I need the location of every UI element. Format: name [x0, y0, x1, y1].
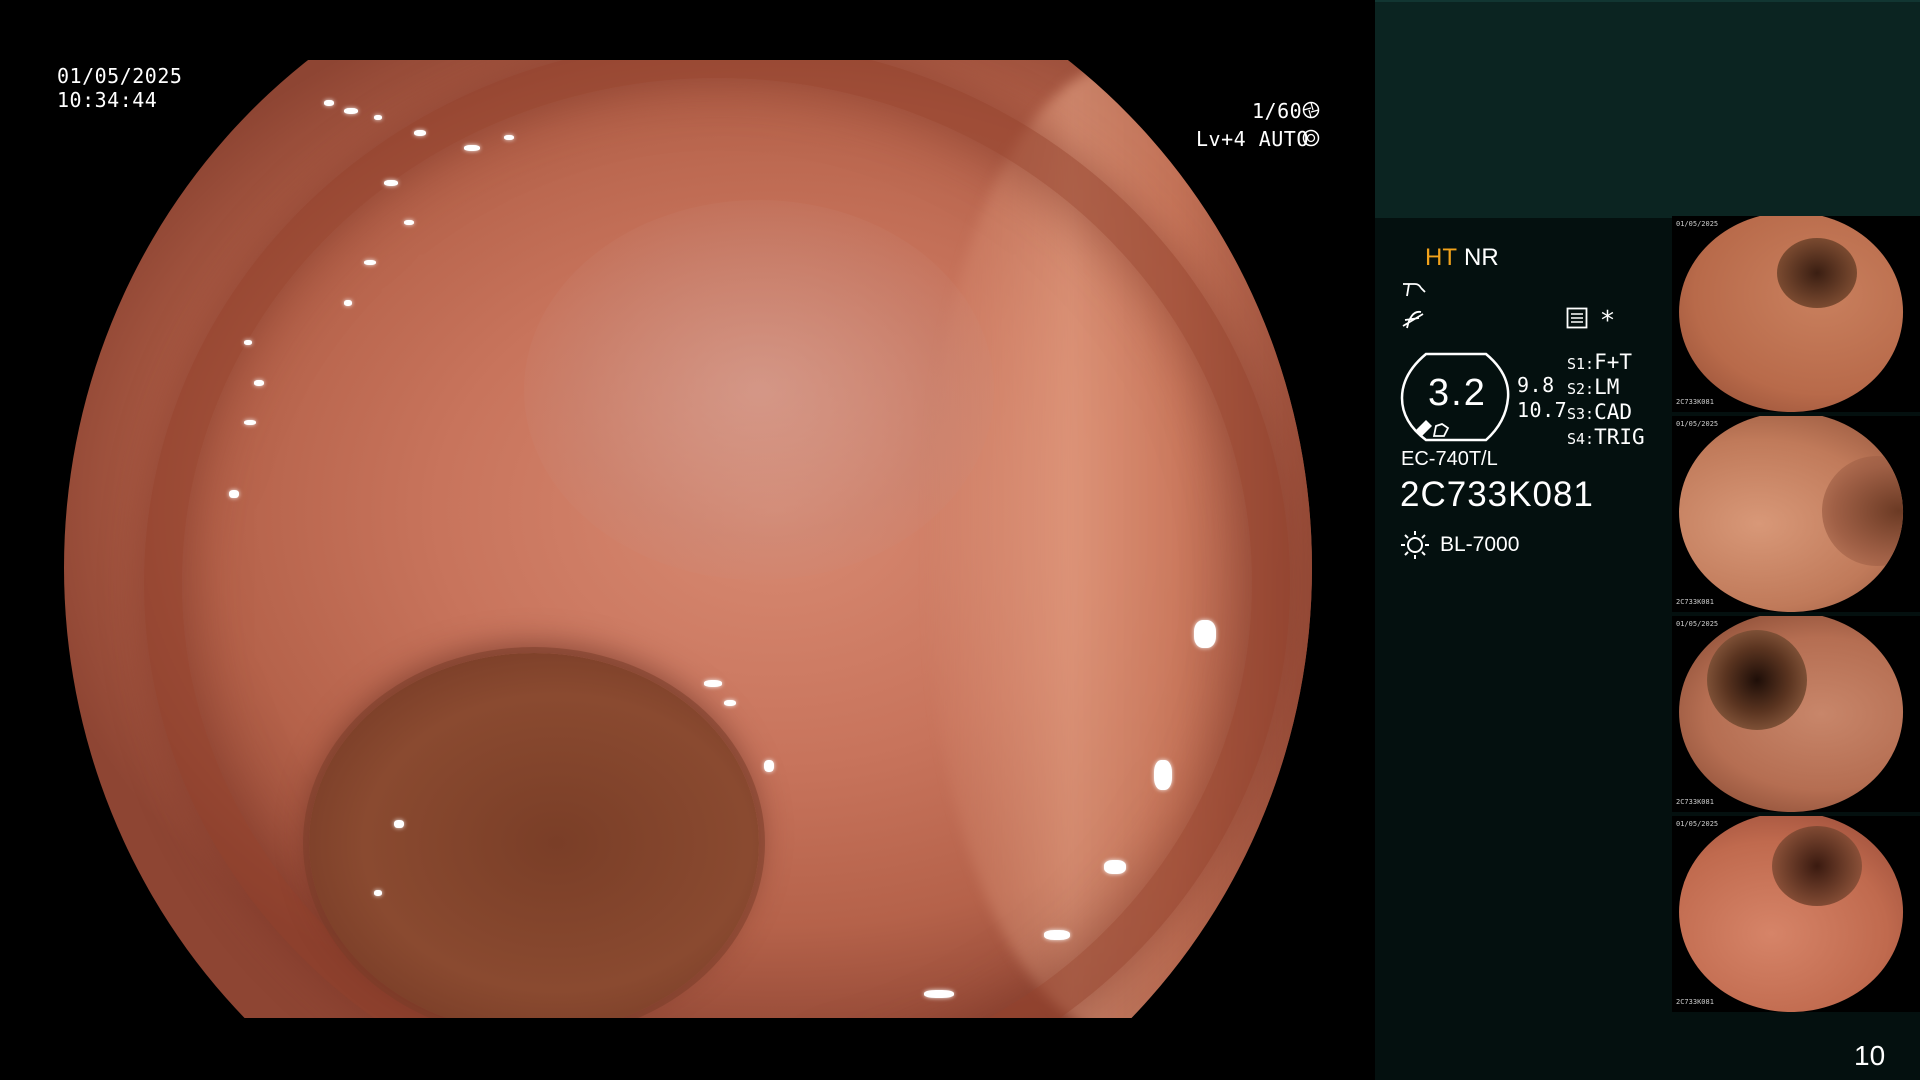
- shutter-icon: [1302, 101, 1320, 119]
- specular-highlight: [764, 760, 774, 772]
- specular-highlight: [1104, 860, 1126, 874]
- specular-highlight: [254, 380, 264, 386]
- specular-highlight: [374, 115, 382, 120]
- osd-date: 01/05/2025: [57, 64, 183, 88]
- switch-s2: S2:LM: [1567, 375, 1620, 399]
- osd-level: Lv+4 AUTO: [1196, 127, 1309, 151]
- thumbnail-image: [1679, 416, 1904, 612]
- specular-highlight: [394, 820, 404, 828]
- switch-list: S1:F+T S2:LM S3:CAD S4:TRIG: [1567, 350, 1645, 450]
- specular-highlight: [374, 890, 382, 896]
- specular-highlight: [1044, 930, 1070, 940]
- capture-thumbnail-4[interactable]: 01/05/2025 2C733K081: [1672, 816, 1920, 1012]
- switch-s3: S3:CAD: [1567, 400, 1633, 424]
- specular-highlight: [364, 260, 376, 265]
- capture-thumbnail-1[interactable]: 01/05/2025 2C733K081: [1672, 216, 1920, 412]
- enhancement-icon: [1403, 283, 1426, 297]
- specular-highlight: [404, 220, 414, 225]
- specular-highlight: [924, 990, 954, 998]
- specular-highlight: [414, 130, 426, 136]
- specular-highlight: [1154, 760, 1172, 790]
- settings-list-icon: [1566, 307, 1588, 329]
- mode-nr: NR: [1464, 244, 1499, 271]
- thumbnail-image: [1679, 816, 1904, 1012]
- specular-highlight: [704, 680, 722, 687]
- thumbnail-image: [1679, 616, 1904, 812]
- specular-highlight: [104, 290, 114, 296]
- iris-icon: [1302, 129, 1320, 147]
- capture-thumbnail-3[interactable]: 01/05/2025 2C733K081: [1672, 616, 1920, 812]
- mode-ht: HT: [1425, 244, 1457, 271]
- scope-serial: 2C733K081: [1400, 475, 1594, 514]
- osd-time: 10:34:44: [57, 88, 158, 112]
- specular-highlight: [384, 180, 398, 186]
- asterisk-indicator: *: [1601, 306, 1614, 336]
- image-counter: 10: [1854, 1040, 1886, 1071]
- specular-highlight: [229, 490, 239, 498]
- specular-highlight: [244, 420, 256, 425]
- mucosa-pale-area: [524, 200, 994, 580]
- specular-highlight: [504, 135, 514, 140]
- thumbnail-image: [1679, 216, 1904, 412]
- switch-s1: S1:F+T: [1567, 350, 1633, 374]
- specular-highlight: [1194, 620, 1216, 648]
- scope-model: EC-740T/L: [1401, 448, 1498, 470]
- endoscopy-live-view: [64, 60, 1312, 1018]
- zoom-value: 3.2: [1428, 372, 1487, 414]
- light-source-icon: [1401, 531, 1429, 559]
- filter-icon: [1402, 310, 1424, 329]
- specular-highlight: [464, 145, 480, 151]
- switch-s4: S4:TRIG: [1567, 425, 1645, 449]
- light-source: BL-7000: [1440, 533, 1520, 556]
- specular-highlight: [244, 340, 252, 345]
- colon-lumen: [309, 653, 759, 1018]
- osd-shutter: 1/60: [1252, 99, 1303, 123]
- specular-highlight: [724, 700, 736, 706]
- specular-highlight: [324, 100, 334, 106]
- value-a: 9.8: [1517, 373, 1555, 397]
- value-b: 10.7: [1517, 398, 1568, 422]
- capture-thumbnail-2[interactable]: 01/05/2025 2C733K081: [1672, 416, 1920, 612]
- specular-highlight: [344, 300, 352, 306]
- info-banner: [1375, 0, 1920, 218]
- specular-highlight: [344, 108, 358, 114]
